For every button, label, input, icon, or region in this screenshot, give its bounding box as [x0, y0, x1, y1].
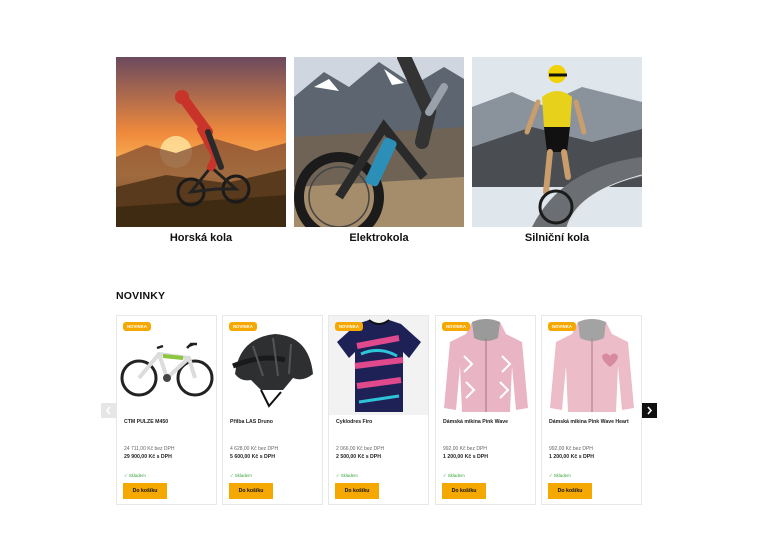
price-net: 992,00 Kč bez DPH [549, 446, 593, 452]
product-card[interactable]: NOVINKA Přilba LAS Druno 4 628,00 Kč bez… [222, 315, 323, 505]
stock-status: ✓Skladem [230, 473, 252, 479]
new-badge: NOVINKA [442, 322, 471, 331]
carousel-next-button[interactable] [642, 403, 657, 418]
price-net: 24 711,00 Kč bez DPH [124, 446, 175, 452]
price-gross: 29 900,00 Kč s DPH [124, 454, 172, 460]
add-to-cart-button[interactable]: Do košíku [123, 483, 167, 499]
stock-label: Skladem [128, 473, 146, 478]
price-gross: 5 600,00 Kč s DPH [230, 454, 275, 460]
product-name[interactable]: Dámská mikina Pink Wave [443, 419, 535, 425]
new-badge: NOVINKA [123, 322, 152, 331]
product-card[interactable]: NOVINKA CTM PULZE M450 24 711,00 Kč bez … [116, 315, 217, 505]
add-to-cart-button[interactable]: Do košíku [548, 483, 592, 499]
stock-label: Skladem [234, 473, 252, 478]
add-to-cart-button[interactable]: Do košíku [442, 483, 486, 499]
product-name[interactable]: CTM PULZE M450 [124, 419, 216, 425]
section-title: NOVINKY [116, 290, 166, 302]
category-mountain-bikes[interactable]: Horská kola [116, 57, 286, 244]
check-icon: ✓ [230, 473, 234, 478]
price-gross: 1 200,00 Kč s DPH [549, 454, 594, 460]
category-image-electric-bikes[interactable] [294, 57, 464, 227]
category-label[interactable]: Elektrokola [294, 232, 464, 244]
add-to-cart-button[interactable]: Do košíku [229, 483, 273, 499]
product-name[interactable]: Přilba LAS Druno [230, 419, 322, 425]
price-net: 2 066,00 Kč bez DPH [336, 446, 385, 452]
category-label[interactable]: Silniční kola [472, 232, 642, 244]
price-net: 992,00 Kč bez DPH [443, 446, 487, 452]
check-icon: ✓ [336, 473, 340, 478]
carousel-prev-button[interactable] [101, 403, 116, 418]
stock-label: Skladem [553, 473, 571, 478]
product-card[interactable]: NOVINKA Dámská mikina Pink Wave Heart 99… [541, 315, 642, 505]
stock-status: ✓Skladem [443, 473, 465, 479]
new-badge: NOVINKA [548, 322, 577, 331]
category-image-mountain-bikes[interactable] [116, 57, 286, 227]
category-image-road-bikes[interactable] [472, 57, 642, 227]
stock-label: Skladem [340, 473, 358, 478]
price-net: 4 628,00 Kč bez DPH [230, 446, 279, 452]
new-badge: NOVINKA [335, 322, 364, 331]
stock-label: Skladem [447, 473, 465, 478]
category-road-bikes[interactable]: Silniční kola [472, 57, 642, 244]
chevron-left-icon [105, 406, 111, 415]
price-gross: 2 500,00 Kč s DPH [336, 454, 381, 460]
check-icon: ✓ [124, 473, 128, 478]
check-icon: ✓ [443, 473, 447, 478]
stock-status: ✓Skladem [124, 473, 146, 479]
product-card[interactable]: NOVINKA Dámská mikina Pink Wave 992,00 K… [435, 315, 536, 505]
add-to-cart-button[interactable]: Do košíku [335, 483, 379, 499]
new-badge: NOVINKA [229, 322, 258, 331]
category-label[interactable]: Horská kola [116, 232, 286, 244]
stock-status: ✓Skladem [549, 473, 571, 479]
product-name[interactable]: Cyklodres Firo [336, 419, 428, 425]
price-gross: 1 200,00 Kč s DPH [443, 454, 488, 460]
check-icon: ✓ [549, 473, 553, 478]
product-name[interactable]: Dámská mikina Pink Wave Heart [549, 419, 641, 425]
category-electric-bikes[interactable]: Elektrokola [294, 57, 464, 244]
product-card[interactable]: NOVINKA Cyklodres Firo 2 066,00 Kč bez D… [328, 315, 429, 505]
stock-status: ✓Skladem [336, 473, 358, 479]
chevron-right-icon [647, 406, 653, 415]
